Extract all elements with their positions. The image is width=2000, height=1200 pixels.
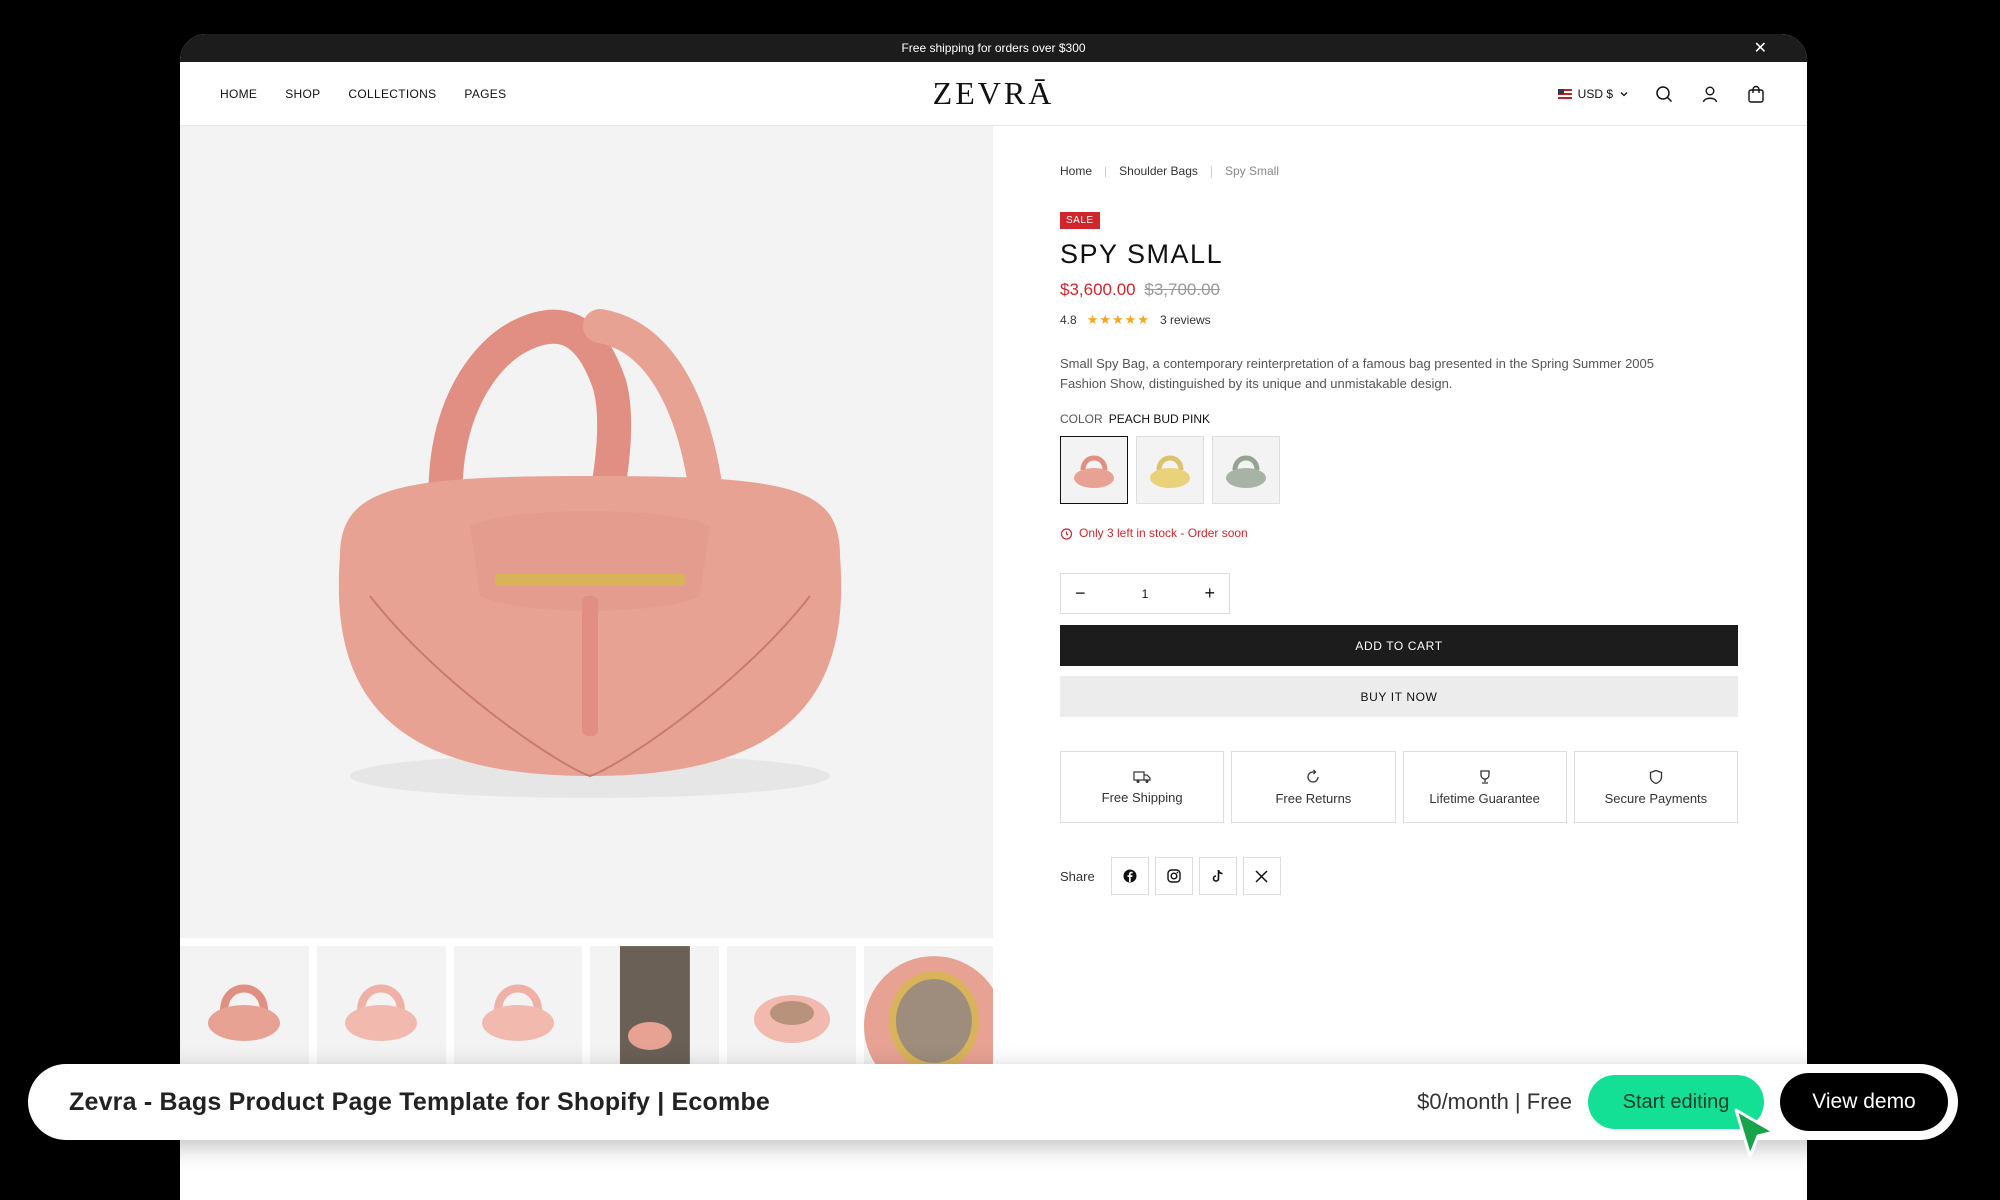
shield-icon <box>1649 769 1663 784</box>
account-icon[interactable] <box>1699 83 1721 105</box>
color-label: COLOR <box>1060 412 1103 426</box>
chevron-down-icon <box>1620 91 1628 96</box>
announcement-text: Free shipping for orders over $300 <box>901 41 1086 55</box>
main-nav: HOME SHOP COLLECTIONS PAGES <box>220 87 506 101</box>
nav-home[interactable]: HOME <box>220 87 257 101</box>
return-icon <box>1307 769 1320 783</box>
thumbnail-4[interactable] <box>590 946 720 1076</box>
header-actions: USD $ <box>1557 83 1767 105</box>
swatch-sage[interactable] <box>1212 436 1280 504</box>
template-price: $0/month | Free <box>1417 1089 1572 1114</box>
mouse-pointer-icon <box>1734 1108 1776 1158</box>
nav-pages[interactable]: PAGES <box>464 87 506 101</box>
product-section: Home | Shoulder Bags | Spy Small SALE SP… <box>180 126 1807 1076</box>
facebook-icon[interactable] <box>1110 857 1149 895</box>
buy-now-button[interactable]: BUY IT NOW <box>1060 676 1738 717</box>
currency-selector[interactable]: USD $ <box>1557 86 1629 101</box>
template-title: Zevra - Bags Product Page Template for S… <box>69 1087 771 1116</box>
feature-free-returns: Free Returns <box>1231 751 1396 823</box>
rating-row: 4.8 ★★★★★ 3 reviews <box>1060 312 1738 328</box>
breadcrumb-separator: | <box>1104 164 1108 178</box>
product-title: SPY SMALL <box>1060 239 1224 269</box>
site-logo[interactable]: ZEVRĀ <box>933 75 1055 112</box>
instagram-icon[interactable] <box>1154 857 1193 895</box>
feature-label: Free Returns <box>1275 790 1352 806</box>
plus-icon[interactable]: + <box>1204 583 1215 604</box>
feature-lifetime-guarantee: Lifetime Guarantee <box>1402 751 1567 823</box>
us-flag-icon <box>1557 88 1572 99</box>
product-info: Home | Shoulder Bags | Spy Small SALE SP… <box>993 126 1738 1076</box>
product-description: Small Spy Bag, a contemporary reinterpre… <box>1060 356 1654 391</box>
swatch-pink[interactable] <box>1060 436 1128 504</box>
share-row: Share <box>1060 857 1738 895</box>
tiktok-icon[interactable] <box>1198 857 1237 895</box>
x-icon[interactable] <box>1242 857 1281 895</box>
thumbnail-1[interactable] <box>180 946 309 1076</box>
currency-label: USD $ <box>1577 86 1613 101</box>
view-demo-button[interactable]: View demo <box>1780 1073 1948 1131</box>
nav-collections[interactable]: COLLECTIONS <box>348 87 436 101</box>
template-bottom-bar: Zevra - Bags Product Page Template for S… <box>28 1064 1958 1140</box>
nav-shop[interactable]: SHOP <box>285 87 320 101</box>
rating-value: 4.8 <box>1060 313 1077 327</box>
clock-icon <box>1060 527 1073 540</box>
thumbnail-5[interactable] <box>727 946 857 1076</box>
main-product-image[interactable] <box>180 126 993 938</box>
swatch-yellow[interactable] <box>1136 436 1204 504</box>
color-label-row: COLOR PEACH BUD PINK <box>1060 412 1738 426</box>
compare-price: $3,700.00 <box>1144 280 1221 299</box>
site-header: HOME SHOP COLLECTIONS PAGES ZEVRĀ USD $ <box>180 62 1807 126</box>
breadcrumb-home[interactable]: Home <box>1060 164 1092 178</box>
breadcrumb-separator: | <box>1209 164 1213 178</box>
quantity-value[interactable]: 1 <box>1142 587 1149 601</box>
thumbnail-2[interactable] <box>316 946 446 1076</box>
reviews-link[interactable]: 3 reviews <box>1160 313 1211 327</box>
thumbnail-3[interactable] <box>453 946 583 1076</box>
price-row: $3,600.00 $3,700.00 <box>1060 280 1738 300</box>
close-icon[interactable]: ✕ <box>1754 38 1767 58</box>
add-to-cart-button[interactable]: ADD TO CART <box>1060 625 1738 666</box>
quantity-stepper: − 1 + <box>1060 573 1230 614</box>
search-icon[interactable] <box>1653 83 1675 105</box>
truck-icon <box>1133 770 1151 783</box>
feature-label: Lifetime Guarantee <box>1429 790 1540 806</box>
color-swatches <box>1060 436 1738 504</box>
stock-text: Only 3 left in stock - Order soon <box>1079 526 1248 540</box>
thumbnail-6[interactable] <box>864 946 993 1076</box>
trophy-icon <box>1479 769 1490 784</box>
sale-badge: SALE <box>1060 212 1100 229</box>
breadcrumb-current: Spy Small <box>1225 164 1280 178</box>
sale-price: $3,600.00 <box>1060 280 1136 299</box>
stock-notice: Only 3 left in stock - Order soon <box>1060 526 1738 540</box>
star-rating-icon: ★★★★★ <box>1086 312 1150 327</box>
share-label: Share <box>1060 868 1095 884</box>
announcement-bar: Free shipping for orders over $300 ✕ <box>180 34 1807 62</box>
minus-icon[interactable]: − <box>1075 583 1086 604</box>
cart-icon[interactable] <box>1745 83 1767 105</box>
color-value: PEACH BUD PINK <box>1108 412 1211 426</box>
feature-label: Free Shipping <box>1101 789 1183 805</box>
feature-label: Secure Payments <box>1604 790 1708 806</box>
feature-free-shipping: Free Shipping <box>1060 751 1225 823</box>
feature-boxes: Free Shipping Free Returns Lifetime Guar… <box>1060 751 1738 823</box>
product-gallery <box>180 126 993 1076</box>
breadcrumb-category[interactable]: Shoulder Bags <box>1119 164 1198 178</box>
breadcrumb: Home | Shoulder Bags | Spy Small <box>1060 164 1738 178</box>
feature-secure-payments: Secure Payments <box>1573 751 1738 823</box>
browser-frame: Free shipping for orders over $300 ✕ HOM… <box>180 34 1807 1200</box>
thumbnail-strip <box>180 946 993 1076</box>
